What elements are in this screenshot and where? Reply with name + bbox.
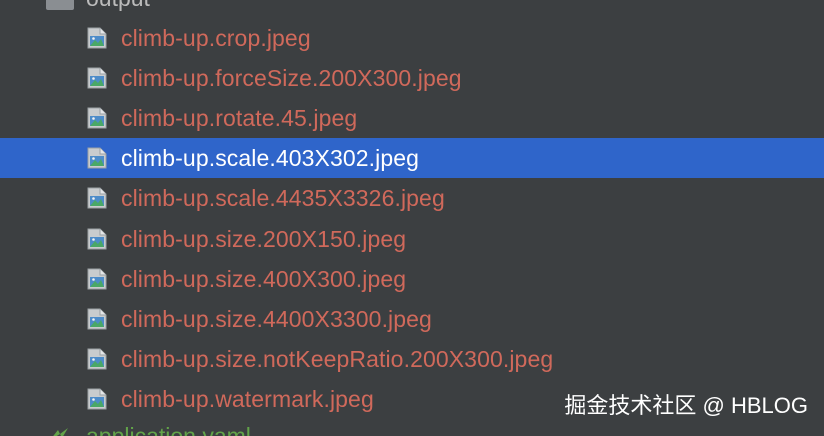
site-watermark: 掘金技术社区 @ HBLOG xyxy=(564,393,808,418)
yaml-file-icon xyxy=(53,428,68,436)
yaml-file-label: application.yaml xyxy=(86,423,251,436)
tree-file-row[interactable]: climb-up.size.400X300.jpeg xyxy=(0,259,824,299)
file-name-label: climb-up.scale.403X302.jpeg xyxy=(121,145,420,171)
tree-folder-output[interactable]: output xyxy=(0,0,824,18)
file-name-label: climb-up.size.400X300.jpeg xyxy=(121,266,407,292)
image-file-icon xyxy=(87,268,107,290)
tree-file-row[interactable]: climb-up.scale.4435X3326.jpeg xyxy=(0,178,824,218)
file-name-label: climb-up.forceSize.200X300.jpeg xyxy=(121,65,462,91)
tree-file-row[interactable]: climb-up.crop.jpeg xyxy=(0,18,824,58)
image-file-icon xyxy=(87,228,107,250)
tree-file-row[interactable]: climb-up.size.4400X3300.jpeg xyxy=(0,299,824,339)
folder-label: output xyxy=(86,0,150,18)
folder-icon xyxy=(46,0,74,10)
image-file-icon xyxy=(87,27,107,49)
file-name-label: climb-up.watermark.jpeg xyxy=(121,386,374,412)
project-file-tree: output climb-up.crop.jpeg climb-up.forceS… xyxy=(0,0,824,436)
image-file-icon xyxy=(87,67,107,89)
file-name-label: climb-up.size.4400X3300.jpeg xyxy=(121,306,432,332)
file-name-label: climb-up.crop.jpeg xyxy=(121,25,311,51)
image-file-icon xyxy=(87,388,107,410)
file-name-label: climb-up.scale.4435X3326.jpeg xyxy=(121,185,445,211)
file-name-label: climb-up.rotate.45.jpeg xyxy=(121,105,358,131)
image-file-icon xyxy=(87,308,107,330)
tree-file-row[interactable]: climb-up.size.notKeepRatio.200X300.jpeg xyxy=(0,339,824,379)
tree-file-row[interactable]: climb-up.rotate.45.jpeg xyxy=(0,98,824,138)
image-file-icon xyxy=(87,147,107,169)
image-file-icon xyxy=(87,107,107,129)
image-file-icon xyxy=(87,187,107,209)
tree-file-row[interactable]: climb-up.forceSize.200X300.jpeg xyxy=(0,58,824,98)
image-file-icon xyxy=(87,348,107,370)
file-name-label: climb-up.size.notKeepRatio.200X300.jpeg xyxy=(121,346,554,372)
tree-file-row[interactable]: climb-up.size.200X150.jpeg xyxy=(0,219,824,259)
file-name-label: climb-up.size.200X150.jpeg xyxy=(121,226,407,252)
tree-file-row[interactable]: climb-up.scale.403X302.jpeg xyxy=(0,138,824,178)
